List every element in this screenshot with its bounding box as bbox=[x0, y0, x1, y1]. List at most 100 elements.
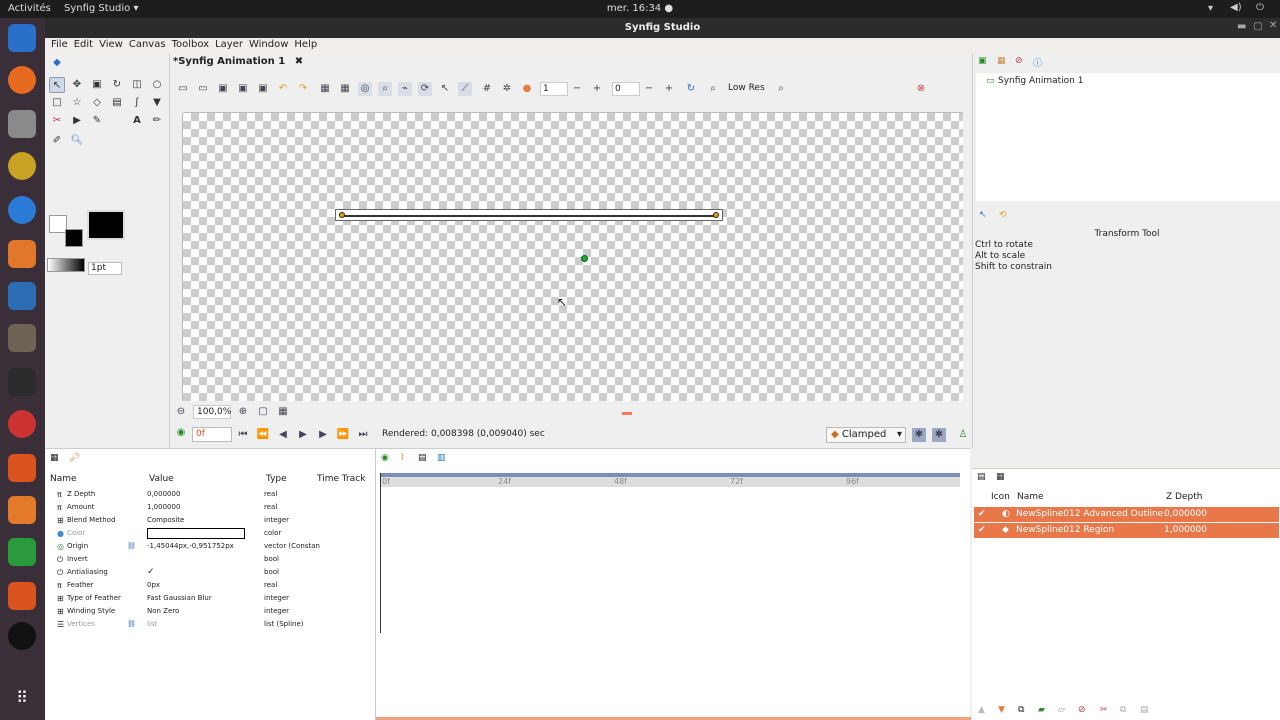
menu-canvas[interactable]: Canvas bbox=[129, 39, 166, 50]
menu-file[interactable]: File bbox=[51, 39, 68, 50]
low-res-zoom-icon[interactable]: ⌕ bbox=[774, 82, 788, 96]
circle-tool-icon[interactable]: ○ bbox=[149, 77, 165, 93]
zoom-fit-icon[interactable]: ▢ bbox=[256, 405, 270, 419]
zoom-tool-icon[interactable]: 🔍︎ bbox=[69, 133, 85, 149]
terminal-icon[interactable] bbox=[8, 368, 36, 396]
keyframes-tab-icon[interactable]: 🔑︎ bbox=[69, 453, 80, 463]
save-as-icon[interactable]: ▣ bbox=[236, 82, 250, 96]
splitter-handle[interactable] bbox=[622, 412, 632, 415]
navigator-tab-icon[interactable]: ⊘ bbox=[1015, 56, 1023, 66]
params-tab-icon[interactable]: ▦ bbox=[50, 453, 59, 463]
width-tool-icon[interactable]: ▶ bbox=[69, 113, 85, 129]
param-value[interactable]: Fast Gaussian Blur bbox=[147, 592, 212, 605]
param-row[interactable]: ● Color color bbox=[45, 527, 375, 540]
brush-size-field[interactable]: 1pt bbox=[88, 262, 122, 275]
past-onion-field[interactable]: 1 bbox=[540, 82, 568, 96]
menu-toolbox[interactable]: Toolbox bbox=[172, 39, 210, 50]
copy-icon[interactable]: ⧉ bbox=[1120, 705, 1126, 715]
ungroup-layer-icon[interactable]: ▱ bbox=[1058, 705, 1065, 715]
interpolation-select[interactable]: ◆ Clamped ▾ bbox=[826, 427, 906, 443]
gradient-swatch[interactable] bbox=[47, 258, 85, 272]
spline-vertex-left[interactable] bbox=[339, 212, 345, 218]
spline-tool-icon[interactable]: ʃ bbox=[129, 95, 145, 111]
param-value[interactable]: list bbox=[147, 618, 157, 631]
increase-icon[interactable]: + bbox=[590, 82, 604, 96]
curves-tab-icon[interactable]: ◉ bbox=[381, 453, 389, 463]
paste-icon[interactable]: ▤ bbox=[1140, 705, 1149, 715]
writer-icon[interactable] bbox=[8, 282, 36, 310]
zoom-out-icon[interactable]: ⊖ bbox=[174, 405, 188, 419]
smooth-move-tool-icon[interactable]: ✥ bbox=[69, 77, 85, 93]
color-value-swatch[interactable] bbox=[147, 528, 245, 539]
show-angle-icon[interactable]: ⟋ bbox=[458, 82, 472, 96]
param-row[interactable]: ◎ Origin ⛓︎ -1,45044px,-0,951752px vector (C… bbox=[45, 540, 375, 553]
param-row[interactable]: ⏻ Antialiasing ✓ bool bbox=[45, 566, 375, 579]
show-radius-icon[interactable]: ⟳ bbox=[418, 82, 432, 96]
decrease-icon[interactable]: − bbox=[570, 82, 584, 96]
layer-visible-checkbox[interactable]: ✔ bbox=[978, 507, 986, 522]
low-res-icon[interactable]: ⌕ bbox=[706, 82, 720, 96]
tab-document[interactable]: *Synfig Animation 1 ✖ bbox=[173, 56, 303, 72]
time-cursor[interactable] bbox=[380, 473, 381, 633]
play-icon[interactable]: ▶ bbox=[296, 428, 310, 442]
activities-button[interactable]: Activités bbox=[8, 3, 51, 14]
grid-icon[interactable]: # bbox=[480, 82, 494, 96]
prev-frame-icon[interactable]: ◀ bbox=[276, 428, 290, 442]
info-tab-icon[interactable]: ⓘ bbox=[1033, 56, 1042, 69]
show-width-icon[interactable]: ↖ bbox=[438, 82, 452, 96]
sketch-tool-icon[interactable]: ✏ bbox=[149, 113, 165, 129]
param-row[interactable]: ⊞ Winding Style Non Zero integer bbox=[45, 605, 375, 618]
animation-mode-icon[interactable]: ◉ bbox=[174, 426, 188, 440]
param-value[interactable]: 0px bbox=[147, 579, 160, 592]
impress-icon[interactable] bbox=[8, 454, 36, 482]
param-value[interactable]: 1,000000 bbox=[147, 501, 180, 514]
next-frame-icon[interactable]: ▶ bbox=[316, 428, 330, 442]
stop-render-icon[interactable]: ⊗ bbox=[914, 82, 928, 96]
star-tool-icon[interactable]: ☆ bbox=[69, 95, 85, 111]
brush-tool-icon[interactable]: ✐ bbox=[49, 133, 65, 149]
rectangle-tool-icon[interactable]: □ bbox=[49, 95, 65, 111]
prev-keyframe-icon[interactable]: ⏪ bbox=[256, 428, 270, 442]
zoom-100-icon[interactable]: ▦ bbox=[276, 405, 290, 419]
guides-icon[interactable]: ✲ bbox=[500, 82, 514, 96]
polygon-tool-icon[interactable]: ◇ bbox=[89, 95, 105, 111]
layer-row[interactable]: ✔ ◆ NewSpline012 Region 1,000000 bbox=[974, 523, 1279, 538]
render-icon[interactable]: ▦ bbox=[318, 82, 332, 96]
scale-tool-icon[interactable]: ▣ bbox=[89, 77, 105, 93]
library-tab-icon[interactable]: ▥ bbox=[437, 453, 446, 463]
zoom-field[interactable]: 100,0% bbox=[193, 405, 231, 419]
fill-color-swatch[interactable] bbox=[65, 229, 83, 247]
future-onion-field[interactable]: 0 bbox=[612, 82, 640, 96]
undo-icon[interactable]: ↶ bbox=[276, 82, 290, 96]
text-editor-icon[interactable] bbox=[8, 496, 36, 524]
animation-figure-icon[interactable]: ♙ bbox=[956, 428, 970, 442]
param-row[interactable]: ⏻ Invert bool bbox=[45, 553, 375, 566]
show-handles-icon[interactable]: ◎ bbox=[358, 82, 372, 96]
thunderbird-icon[interactable] bbox=[8, 24, 36, 52]
param-value[interactable]: 0,000000 bbox=[147, 488, 180, 501]
synfig-icon[interactable] bbox=[8, 410, 36, 438]
cut-icon[interactable]: ✂ bbox=[1100, 705, 1108, 715]
layer-row[interactable]: ✔ ◐ NewSpline012 Advanced Outline 0,0000… bbox=[974, 507, 1279, 522]
fill-tool-icon[interactable]: ▼ bbox=[149, 95, 165, 111]
current-frame-field[interactable]: 0f bbox=[192, 427, 232, 442]
seek-begin-icon[interactable]: ⏮ bbox=[236, 428, 250, 442]
transform-tool-icon[interactable]: ↖ bbox=[49, 77, 65, 93]
time-ruler[interactable]: 0f 24f 48f 72f 96f bbox=[380, 473, 960, 487]
param-row[interactable]: ☰ Vertices ⛓︎ list list (Spline) bbox=[45, 618, 375, 631]
delete-layer-icon[interactable]: ⊘ bbox=[1078, 705, 1086, 715]
rhythmbox-icon[interactable] bbox=[8, 152, 36, 180]
toolbox-tab-icon[interactable]: ◆ bbox=[49, 55, 65, 71]
param-row[interactable]: ⊞ Type of Feather Fast Gaussian Blur intege… bbox=[45, 592, 375, 605]
graphs-tab-icon[interactable]: ⌇ bbox=[400, 453, 404, 463]
param-row[interactable]: π Amount 1,000000 real bbox=[45, 501, 375, 514]
layers-tab-icon[interactable]: ▤ bbox=[977, 472, 986, 482]
clock[interactable]: mer. 16:34 ● bbox=[580, 3, 700, 14]
param-row[interactable]: ⊞ Blend Method Composite integer bbox=[45, 514, 375, 527]
refresh-icon[interactable]: ↻ bbox=[684, 82, 698, 96]
app-menu[interactable]: Synfig Studio ▾ bbox=[64, 3, 138, 14]
volume-icon[interactable]: ◀) bbox=[1230, 2, 1242, 13]
open-file-icon[interactable]: ▭ bbox=[196, 82, 210, 96]
show-tangents-icon[interactable]: ⌁ bbox=[398, 82, 412, 96]
decrease-future-icon[interactable]: − bbox=[642, 82, 656, 96]
